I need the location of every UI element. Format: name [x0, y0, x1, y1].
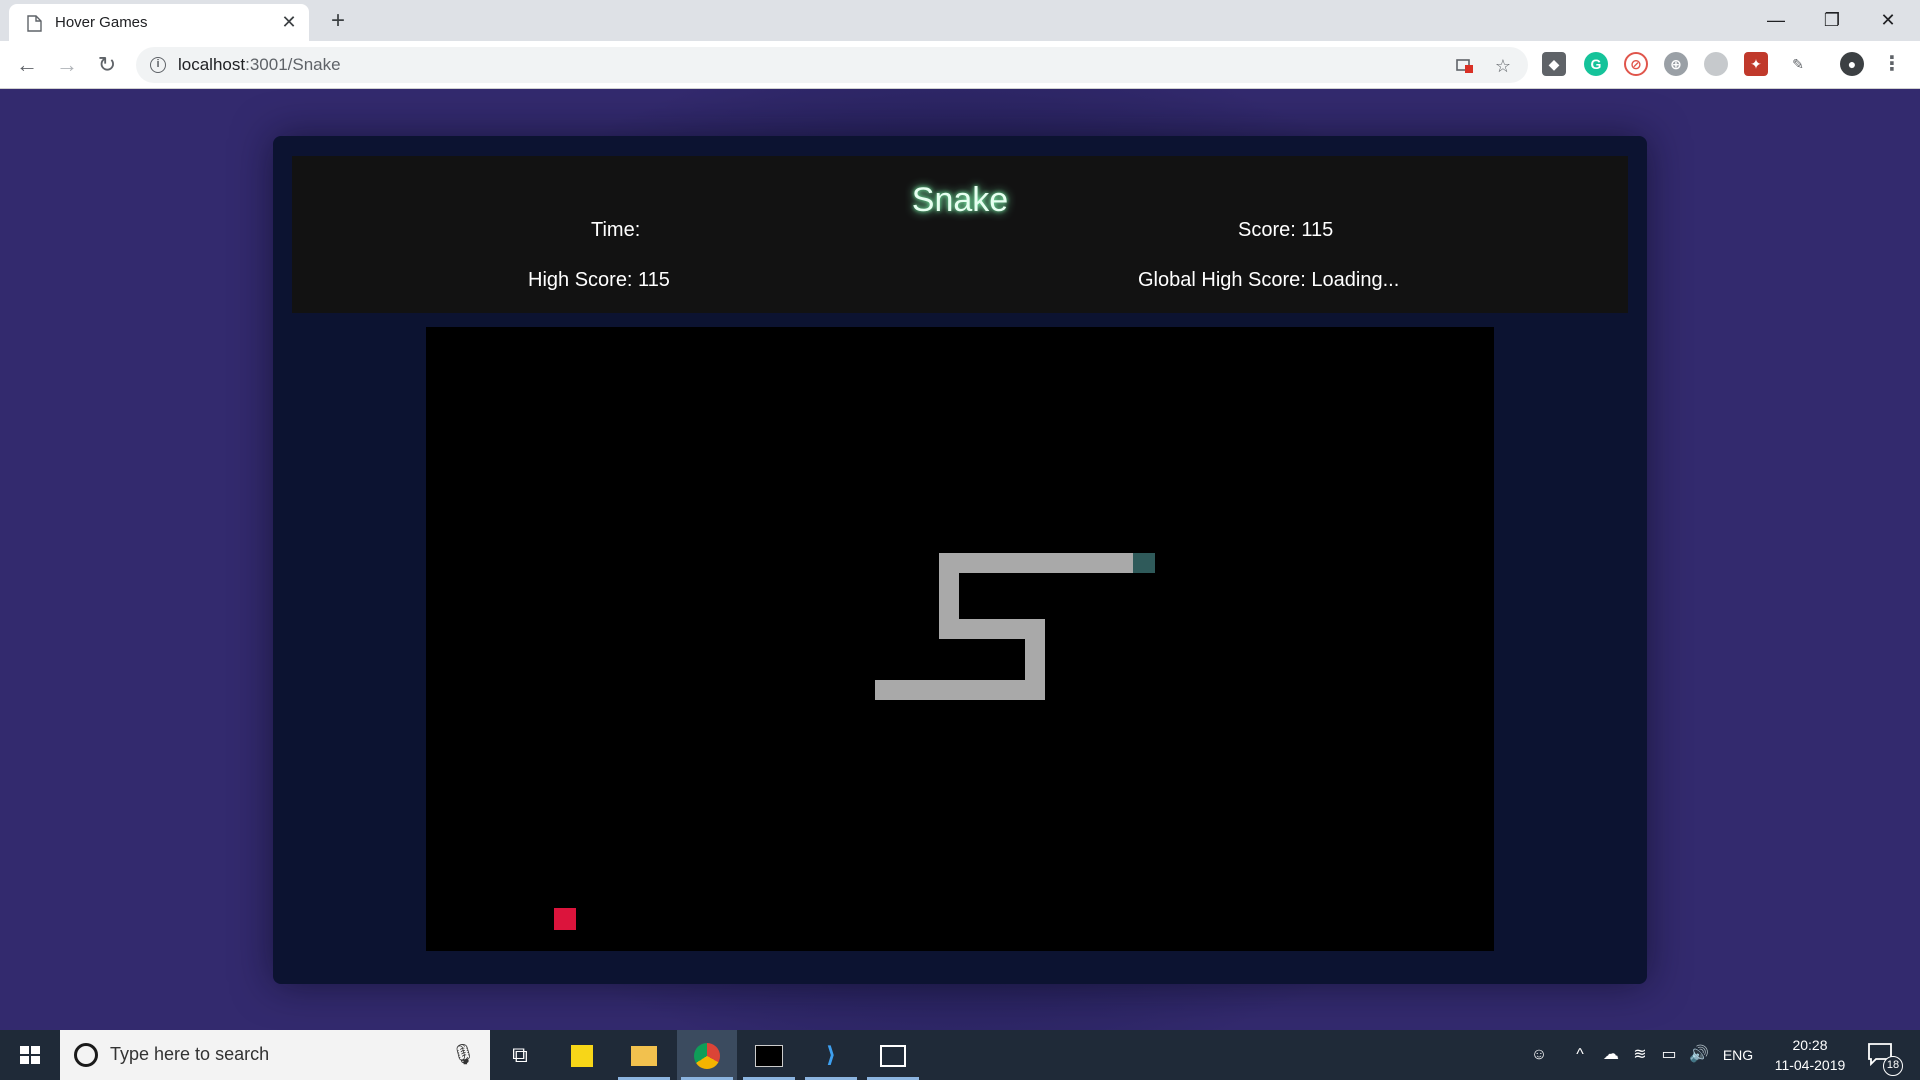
new-tab-button[interactable]: + — [324, 7, 352, 35]
browser-tab-bar: Hover Games ✕ + — ❐ ✕ — [0, 0, 1920, 41]
browser-toolbar: ← → ↻ i localhost:3001/Snake ☆ ◆ G ⊘ ⊕ ✦… — [0, 41, 1920, 89]
minimize-button[interactable]: — — [1748, 0, 1804, 40]
high-score-display: High Score: 115 — [528, 269, 670, 291]
sticky-notes-icon[interactable] — [552, 1030, 612, 1080]
clock-time: 20:28 — [1792, 1037, 1828, 1053]
close-window-button[interactable]: ✕ — [1860, 0, 1916, 40]
url-path: :3001/Snake — [245, 55, 341, 74]
windows-logo-icon — [20, 1046, 40, 1064]
microphone-icon[interactable]: 🎙 — [451, 1042, 476, 1067]
restore-button[interactable]: ❐ — [1804, 0, 1860, 40]
task-view-icon[interactable]: ⧉ — [490, 1030, 550, 1080]
onedrive-sync-icon[interactable]: ☁ — [1598, 1030, 1624, 1080]
global-high-score-display: Global High Score: Loading... — [1138, 269, 1400, 291]
menu-dots-icon[interactable]: ⋮ — [1880, 52, 1904, 76]
terminal-icon[interactable] — [739, 1030, 799, 1080]
no-tracking-icon[interactable]: ⊘ — [1624, 52, 1648, 76]
language-indicator[interactable]: ENG — [1716, 1030, 1760, 1080]
people-icon[interactable]: ☺ — [1524, 1030, 1554, 1080]
game-header: Snake Time: Score: 115 High Score: 115 G… — [292, 156, 1628, 313]
address-bar[interactable]: i localhost:3001/Snake ☆ — [136, 47, 1528, 83]
volume-icon[interactable]: 🔊 — [1686, 1030, 1712, 1080]
taskbar-search-box[interactable]: Type here to search 🎙 — [60, 1030, 490, 1080]
url-text[interactable]: localhost:3001/Snake — [178, 55, 341, 75]
game-board[interactable] — [426, 327, 1494, 951]
page-title: Snake — [911, 181, 1009, 219]
food-item — [554, 908, 576, 930]
photos-icon[interactable] — [863, 1030, 923, 1080]
vscode-icon[interactable]: ⟩ — [801, 1030, 861, 1080]
url-host: localhost — [178, 55, 246, 74]
system-clock[interactable]: 20:28 11-04-2019 — [1760, 1035, 1860, 1075]
red-extension-icon[interactable]: ✦ — [1744, 52, 1768, 76]
cortana-icon — [74, 1043, 98, 1067]
wifi-icon[interactable]: ≋ — [1628, 1030, 1652, 1080]
search-placeholder: Type here to search — [110, 1044, 270, 1064]
forward-button[interactable]: → — [51, 49, 83, 81]
eyedropper-icon[interactable]: ✎ — [1786, 52, 1810, 76]
snake-segment — [875, 680, 1045, 700]
snake-head — [1133, 553, 1155, 573]
battery-icon[interactable]: ▭ — [1656, 1030, 1682, 1080]
snake-segment — [939, 553, 1135, 573]
windows-taskbar: Type here to search 🎙 ⧉ ⟩ ☺ ^ ☁ ≋ ▭ 🔊 EN… — [0, 1030, 1920, 1080]
profile-avatar[interactable]: ● — [1840, 52, 1864, 76]
show-hidden-icons-chevron[interactable]: ^ — [1568, 1030, 1592, 1080]
blocked-popup-icon[interactable] — [1454, 55, 1476, 77]
bookmark-star-icon[interactable]: ☆ — [1492, 55, 1514, 77]
extension-shield-icon[interactable]: ◆ — [1542, 52, 1566, 76]
globe-icon[interactable]: ⊕ — [1664, 52, 1688, 76]
tab-close-icon[interactable]: ✕ — [279, 12, 299, 32]
tab-title: Hover Games — [55, 14, 148, 31]
game-container: Snake Time: Score: 115 High Score: 115 G… — [273, 136, 1647, 984]
page-content: Snake Time: Score: 115 High Score: 115 G… — [0, 89, 1920, 1030]
reload-button[interactable]: ↻ — [91, 49, 123, 81]
clock-date: 11-04-2019 — [1774, 1057, 1846, 1073]
site-info-icon[interactable]: i — [150, 57, 166, 73]
browser-tab[interactable]: Hover Games ✕ — [9, 4, 309, 41]
start-button[interactable] — [0, 1030, 60, 1080]
score-display: Score: 115 — [1238, 219, 1334, 241]
chrome-icon[interactable] — [677, 1030, 737, 1080]
grammarly-icon[interactable]: G — [1584, 52, 1608, 76]
back-button[interactable]: ← — [11, 49, 43, 81]
circle-extension-icon[interactable] — [1704, 52, 1728, 76]
page-icon — [27, 15, 42, 32]
time-display: Time: — [591, 219, 641, 241]
file-explorer-icon[interactable] — [614, 1030, 674, 1080]
notification-count-badge: 18 — [1883, 1056, 1903, 1076]
